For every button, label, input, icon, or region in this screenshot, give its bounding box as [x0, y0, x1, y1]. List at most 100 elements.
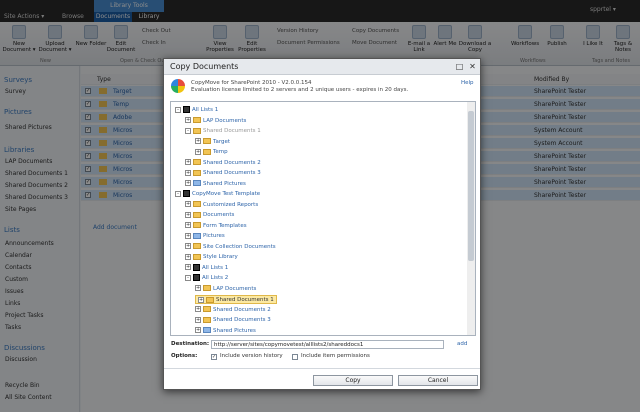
folder-icon — [193, 201, 201, 207]
tree-node-label: All Lists 1 — [202, 264, 229, 271]
tree-node-label: LAP Documents — [203, 117, 247, 124]
folder-icon — [193, 127, 201, 134]
site-icon — [193, 274, 200, 281]
tree-node[interactable]: + Style Library — [185, 253, 238, 262]
expand-icon[interactable]: + — [185, 180, 191, 186]
tree-node-label: Customized Reports — [203, 201, 259, 208]
tree-node[interactable]: + Documents — [185, 211, 234, 220]
destination-tree[interactable]: - All Lists 1 + LAP Documents - Shared Docume… — [170, 101, 476, 336]
site-icon — [193, 263, 200, 271]
tree-node-label: Pictures — [203, 233, 225, 239]
tree-node-label: All Lists 2 — [202, 275, 229, 281]
tree-node-label: LAP Documents — [213, 285, 257, 292]
include-item-permissions-label: Include item permissions — [301, 353, 370, 359]
expand-icon[interactable]: + — [185, 243, 191, 249]
tree-node[interactable]: + Shared Documents 2 — [195, 306, 271, 315]
license-info: Evaluation license limited to 2 servers … — [191, 87, 409, 93]
tree-node-label: Shared Documents 1 — [216, 297, 274, 303]
help-link[interactable]: Help — [461, 80, 474, 86]
tree-node[interactable]: - CopyMove Test Template — [175, 190, 260, 199]
tree-node-label: Form Templates — [203, 222, 247, 229]
expand-icon[interactable]: + — [185, 211, 191, 218]
maximize-icon[interactable]: □ — [454, 61, 465, 72]
tree-node[interactable]: + Customized Reports — [185, 201, 258, 210]
expand-icon[interactable]: + — [198, 296, 204, 303]
collapse-icon[interactable]: - — [185, 274, 191, 281]
tree-node-label: Site Collection Documents — [203, 243, 276, 250]
copy-documents-dialog: Copy Documents □ ✕ CopyMove for SharePoi… — [163, 58, 481, 390]
tree-node[interactable]: + Shared Documents 3 — [195, 316, 271, 325]
site-icon — [183, 106, 190, 113]
collapse-icon[interactable]: - — [175, 190, 181, 197]
expand-icon[interactable]: + — [185, 159, 191, 165]
expand-icon[interactable]: + — [185, 201, 191, 207]
site-icon — [183, 190, 190, 197]
tree-node-label: Target — [213, 138, 231, 145]
copymove-logo-icon — [171, 79, 185, 93]
folder-icon — [193, 169, 201, 176]
cancel-button[interactable]: Cancel — [398, 375, 478, 386]
folder-icon — [193, 211, 201, 218]
expand-icon[interactable]: + — [195, 148, 201, 155]
include-version-history-checkbox[interactable]: ✓ — [211, 354, 217, 360]
collapse-icon[interactable]: - — [185, 127, 191, 134]
tree-scrollbar-thumb[interactable] — [468, 111, 474, 261]
tree-node[interactable]: + LAP Documents — [195, 285, 256, 294]
tree-node[interactable]: - Shared Documents 1 — [185, 127, 261, 136]
tree-node[interactable]: + Pictures — [185, 232, 225, 241]
destination-label: Destination: — [171, 341, 210, 347]
tree-node[interactable]: + Shared Pictures — [185, 180, 246, 189]
copy-button[interactable]: Copy — [313, 375, 393, 386]
folder-icon — [193, 222, 201, 228]
expand-icon[interactable]: + — [195, 306, 201, 312]
tree-node-label: Shared Documents 2 — [213, 306, 271, 313]
product-version: CopyMove for SharePoint 2010 - V2.0.0.15… — [191, 80, 312, 86]
tree-node[interactable]: + Shared Documents 2 — [185, 159, 261, 168]
options-label: Options: — [171, 353, 198, 359]
expand-icon[interactable]: + — [185, 264, 191, 270]
tree-node[interactable]: + Site Collection Documents — [185, 243, 276, 252]
tree-node[interactable]: + Form Templates — [185, 222, 247, 231]
tree-node[interactable]: + Shared Documents 3 — [185, 169, 261, 178]
add-link[interactable]: add — [457, 341, 467, 347]
expand-icon[interactable]: + — [185, 222, 191, 228]
folder-icon — [203, 316, 211, 323]
expand-icon[interactable]: + — [195, 138, 201, 144]
tree-node[interactable]: + LAP Documents — [185, 117, 246, 126]
folder-icon — [203, 285, 211, 291]
dialog-title: Copy Documents — [170, 62, 239, 71]
include-item-permissions-checkbox[interactable] — [292, 354, 298, 360]
tree-node[interactable]: + All Lists 1 — [185, 263, 229, 273]
folder-icon — [193, 159, 201, 165]
collapse-icon[interactable]: - — [175, 106, 181, 113]
dialog-title-bar: Copy Documents □ ✕ — [164, 59, 480, 75]
expand-icon[interactable]: + — [185, 253, 191, 260]
expand-icon[interactable]: + — [185, 232, 191, 239]
destination-input[interactable]: http://server/sites/copymovetest/alllist… — [211, 340, 444, 349]
tree-node-label: Documents — [203, 212, 235, 218]
expand-icon[interactable]: + — [195, 316, 201, 323]
expand-icon[interactable]: + — [195, 285, 201, 291]
expand-icon[interactable]: + — [185, 117, 191, 123]
close-icon[interactable]: ✕ — [467, 61, 478, 72]
tree-node[interactable]: + Shared Pictures — [195, 327, 256, 336]
tree-node-label: Shared Documents 3 — [203, 170, 261, 176]
tree-node-label: Shared Pictures — [203, 180, 246, 187]
dialog-divider — [164, 368, 480, 369]
tree-node-label: All Lists 1 — [192, 107, 219, 113]
folder-icon — [193, 253, 201, 260]
picture-library-icon — [193, 180, 201, 186]
expand-icon[interactable]: + — [195, 327, 201, 333]
tree-node[interactable]: + Target — [195, 138, 230, 147]
expand-icon[interactable]: + — [185, 169, 191, 176]
tree-node-label: CopyMove Test Template — [192, 191, 261, 197]
tree-node[interactable]: + Shared Documents 1 — [195, 295, 277, 304]
folder-icon — [203, 138, 211, 144]
tree-node-label: Temp — [213, 149, 228, 155]
folder-icon — [206, 296, 214, 303]
include-version-history-label: Include version history — [220, 353, 283, 359]
tree-node[interactable]: - All Lists 2 — [185, 274, 228, 283]
tree-node[interactable]: + Temp — [195, 148, 228, 157]
tree-node[interactable]: - All Lists 1 — [175, 106, 218, 115]
folder-icon — [193, 117, 201, 123]
